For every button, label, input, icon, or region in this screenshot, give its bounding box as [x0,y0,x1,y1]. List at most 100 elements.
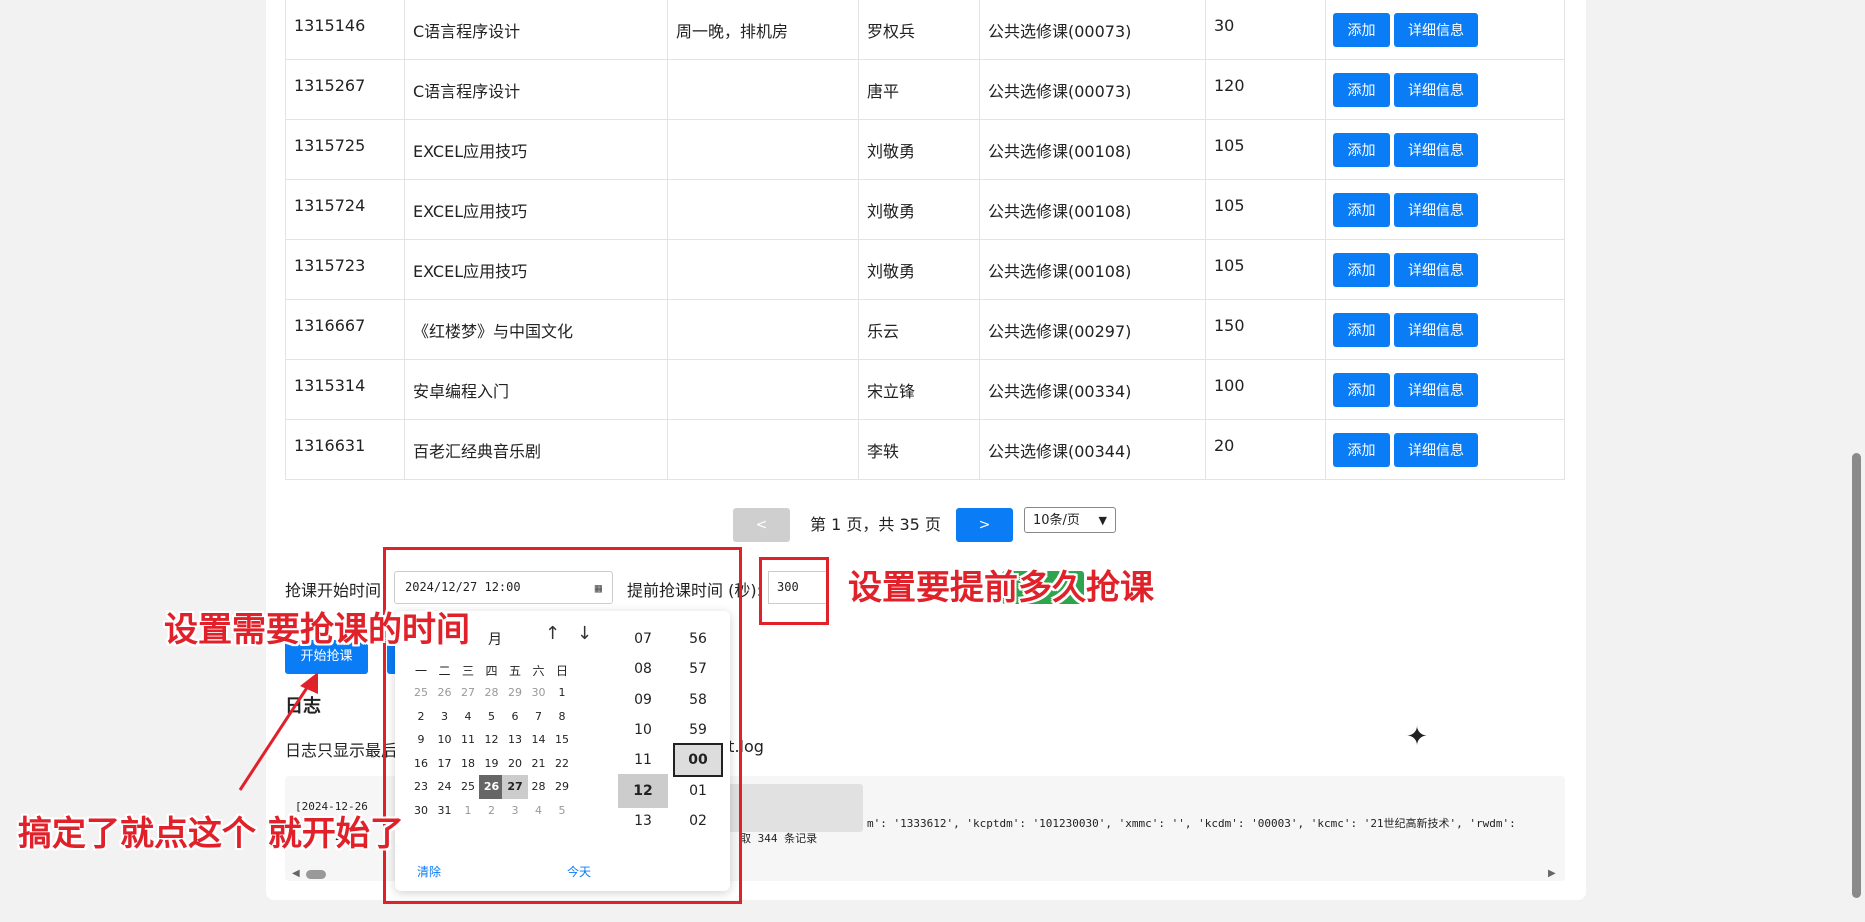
cell-text: 公共选修课(00334) [988,382,1132,401]
detail-button[interactable]: 详细信息 [1394,433,1478,467]
cell-text: 公共选修课(00344) [988,442,1132,461]
detail-button[interactable]: 详细信息 [1394,193,1478,227]
cell-text: 罗权兵 [867,22,916,41]
table-cell-teacher: 刘敬勇 [859,240,980,299]
cell-text: 100 [1214,376,1245,395]
table-cell-id: 1316667 [286,300,405,359]
cell-text: 百老汇经典音乐剧 [413,442,542,461]
table-cell-id: 1315723 [286,240,405,299]
detail-button[interactable]: 详细信息 [1394,13,1478,47]
cell-text: 1315725 [294,136,366,155]
cell-text: 刘敬勇 [867,262,916,281]
add-button[interactable]: 添加 [1333,73,1390,107]
table-cell-teacher: 唐平 [859,60,980,119]
table-cell-time [668,120,859,179]
log-line-1-tail: m': '1333612', 'kcptdm': '101230030', 'x… [867,817,1516,830]
page-scrollbar[interactable] [1852,453,1861,898]
table-cell-teacher: 宋立锋 [859,360,980,419]
page-status: 第 1 页，共 35 页 [810,515,941,534]
add-button[interactable]: 添加 [1333,133,1390,167]
table-cell-time [668,300,859,359]
cell-text: 公共选修课(00073) [988,82,1132,101]
cell-text: 乐云 [867,322,900,341]
table-cell-name: 百老汇经典音乐剧 [405,420,668,479]
detail-button[interactable]: 详细信息 [1394,373,1478,407]
cell-text: 宋立锋 [867,382,916,401]
cell-text: 公共选修课(00297) [988,322,1132,341]
cell-text: 刘敬勇 [867,142,916,161]
table-cell-category: 公共选修课(00108) [980,240,1206,299]
cell-text: 公共选修课(00108) [988,142,1132,161]
detail-button[interactable]: 详细信息 [1394,133,1478,167]
table-cell-cap: 100 [1206,360,1326,419]
cell-text: 1315724 [294,196,366,215]
annotation-arrow [238,672,318,791]
cell-text: 1316631 [294,436,366,455]
add-button[interactable]: 添加 [1333,193,1390,227]
cell-text: 20 [1214,436,1235,455]
annotation-box-time [383,547,742,904]
chevron-down-icon: ▼ [1098,514,1107,527]
annotation-box-advance [759,557,829,625]
table-cell-teacher: 罗权兵 [859,0,980,59]
cell-text: 公共选修课(00073) [988,22,1132,41]
table-cell-id: 1315725 [286,120,405,179]
table-cell-name: 《红楼梦》与中国文化 [405,300,668,359]
cell-text: 120 [1214,76,1245,95]
add-button[interactable]: 添加 [1333,373,1390,407]
cell-text: C语言程序设计 [413,22,521,41]
table-cell-category: 公共选修课(00334) [980,360,1206,419]
add-button[interactable]: 添加 [1333,433,1390,467]
cell-text: 唐平 [867,82,900,101]
table-cell-category: 公共选修课(00344) [980,420,1206,479]
cell-text: 1315146 [294,16,366,35]
table-cell-time [668,180,859,239]
table-cell-cap: 105 [1206,180,1326,239]
cell-text: 李轶 [867,442,900,461]
detail-button[interactable]: 详细信息 [1394,253,1478,287]
cell-text: 周一晚，排机房 [676,22,789,41]
table-cell-time [668,360,859,419]
cell-text: 刘敬勇 [867,202,916,221]
add-button[interactable]: 添加 [1333,13,1390,47]
add-button[interactable]: 添加 [1333,253,1390,287]
table-cell-name: C语言程序设计 [405,0,668,59]
table-cell-time [668,60,859,119]
table-cell-name: EXCEL应用技巧 [405,240,668,299]
scroll-left-icon[interactable]: ◀ [292,868,300,879]
table-cell-cap: 120 [1206,60,1326,119]
cell-text: 1315314 [294,376,366,395]
table-cell-teacher: 乐云 [859,300,980,359]
annotation-set-time: 设置需要抢课的时间 [164,610,470,650]
detail-button[interactable]: 详细信息 [1394,73,1478,107]
next-page-button[interactable]: > [956,508,1013,542]
mascot-icon: ✦ [1406,722,1428,752]
cell-text: 105 [1214,256,1245,275]
table-cell-cap: 20 [1206,420,1326,479]
detail-button[interactable]: 详细信息 [1394,313,1478,347]
table-cell-category: 公共选修课(00073) [980,0,1206,59]
table-cell-cap: 105 [1206,120,1326,179]
cell-text: 安卓编程入门 [413,382,510,401]
cell-text: 公共选修课(00108) [988,202,1132,221]
table-cell-cap: 105 [1206,240,1326,299]
cell-text: 《红楼梦》与中国文化 [413,322,574,341]
cell-text: EXCEL应用技巧 [413,202,528,221]
scroll-right-icon[interactable]: ▶ [1548,868,1556,879]
cell-text: 1316667 [294,316,366,335]
cell-text: EXCEL应用技巧 [413,262,528,281]
table-cell-name: C语言程序设计 [405,60,668,119]
page-size-value: 10条/页 [1033,513,1080,528]
cell-text: 1315723 [294,256,366,275]
prev-page-button[interactable]: < [733,508,790,542]
table-cell-category: 公共选修课(00297) [980,300,1206,359]
add-button[interactable]: 添加 [1333,313,1390,347]
start-time-label: 抢课开始时间 [285,581,382,600]
log-scrollbar-thumb[interactable] [306,870,326,879]
cell-text: 105 [1214,136,1245,155]
table-cell-id: 1316631 [286,420,405,479]
page-size-select[interactable]: 10条/页 ▼ [1024,507,1116,533]
table-cell-id: 1315314 [286,360,405,419]
table-cell-name: EXCEL应用技巧 [405,180,668,239]
table-cell-time: 周一晚，排机房 [668,0,859,59]
